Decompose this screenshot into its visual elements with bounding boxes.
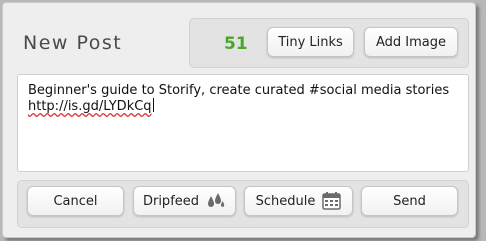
calendar-icon	[322, 192, 342, 210]
add-image-button[interactable]: Add Image	[364, 27, 458, 57]
water-drops-icon	[206, 192, 226, 210]
schedule-button[interactable]: Schedule	[244, 186, 353, 216]
cancel-label: Cancel	[53, 193, 98, 209]
character-counter: 51	[224, 34, 248, 54]
tiny-links-button[interactable]: Tiny Links	[267, 27, 354, 57]
send-button[interactable]: Send	[361, 186, 458, 216]
send-label: Send	[393, 193, 426, 209]
dripfeed-label: Dripfeed	[142, 193, 200, 209]
text-cursor	[152, 98, 154, 112]
tiny-links-label: Tiny Links	[278, 34, 343, 50]
add-image-label: Add Image	[375, 34, 446, 50]
post-text-line-1: Beginner's guide to Storify, create cura…	[28, 83, 450, 98]
cancel-button[interactable]: Cancel	[27, 186, 124, 216]
post-text: Beginner's guide to Storify, create cura…	[28, 83, 458, 114]
dripfeed-button[interactable]: Dripfeed	[133, 186, 236, 216]
post-text-line-2: http://is.gd/LYDkCq	[28, 98, 458, 114]
panel-title: New Post	[23, 32, 123, 54]
post-link: http://is.gd/LYDkCq	[28, 99, 152, 114]
new-post-panel: New Post 51 Tiny Links Add Image Beginne…	[2, 2, 476, 238]
post-text-area[interactable]: Beginner's guide to Storify, create cura…	[17, 74, 469, 172]
schedule-label: Schedule	[255, 193, 316, 209]
